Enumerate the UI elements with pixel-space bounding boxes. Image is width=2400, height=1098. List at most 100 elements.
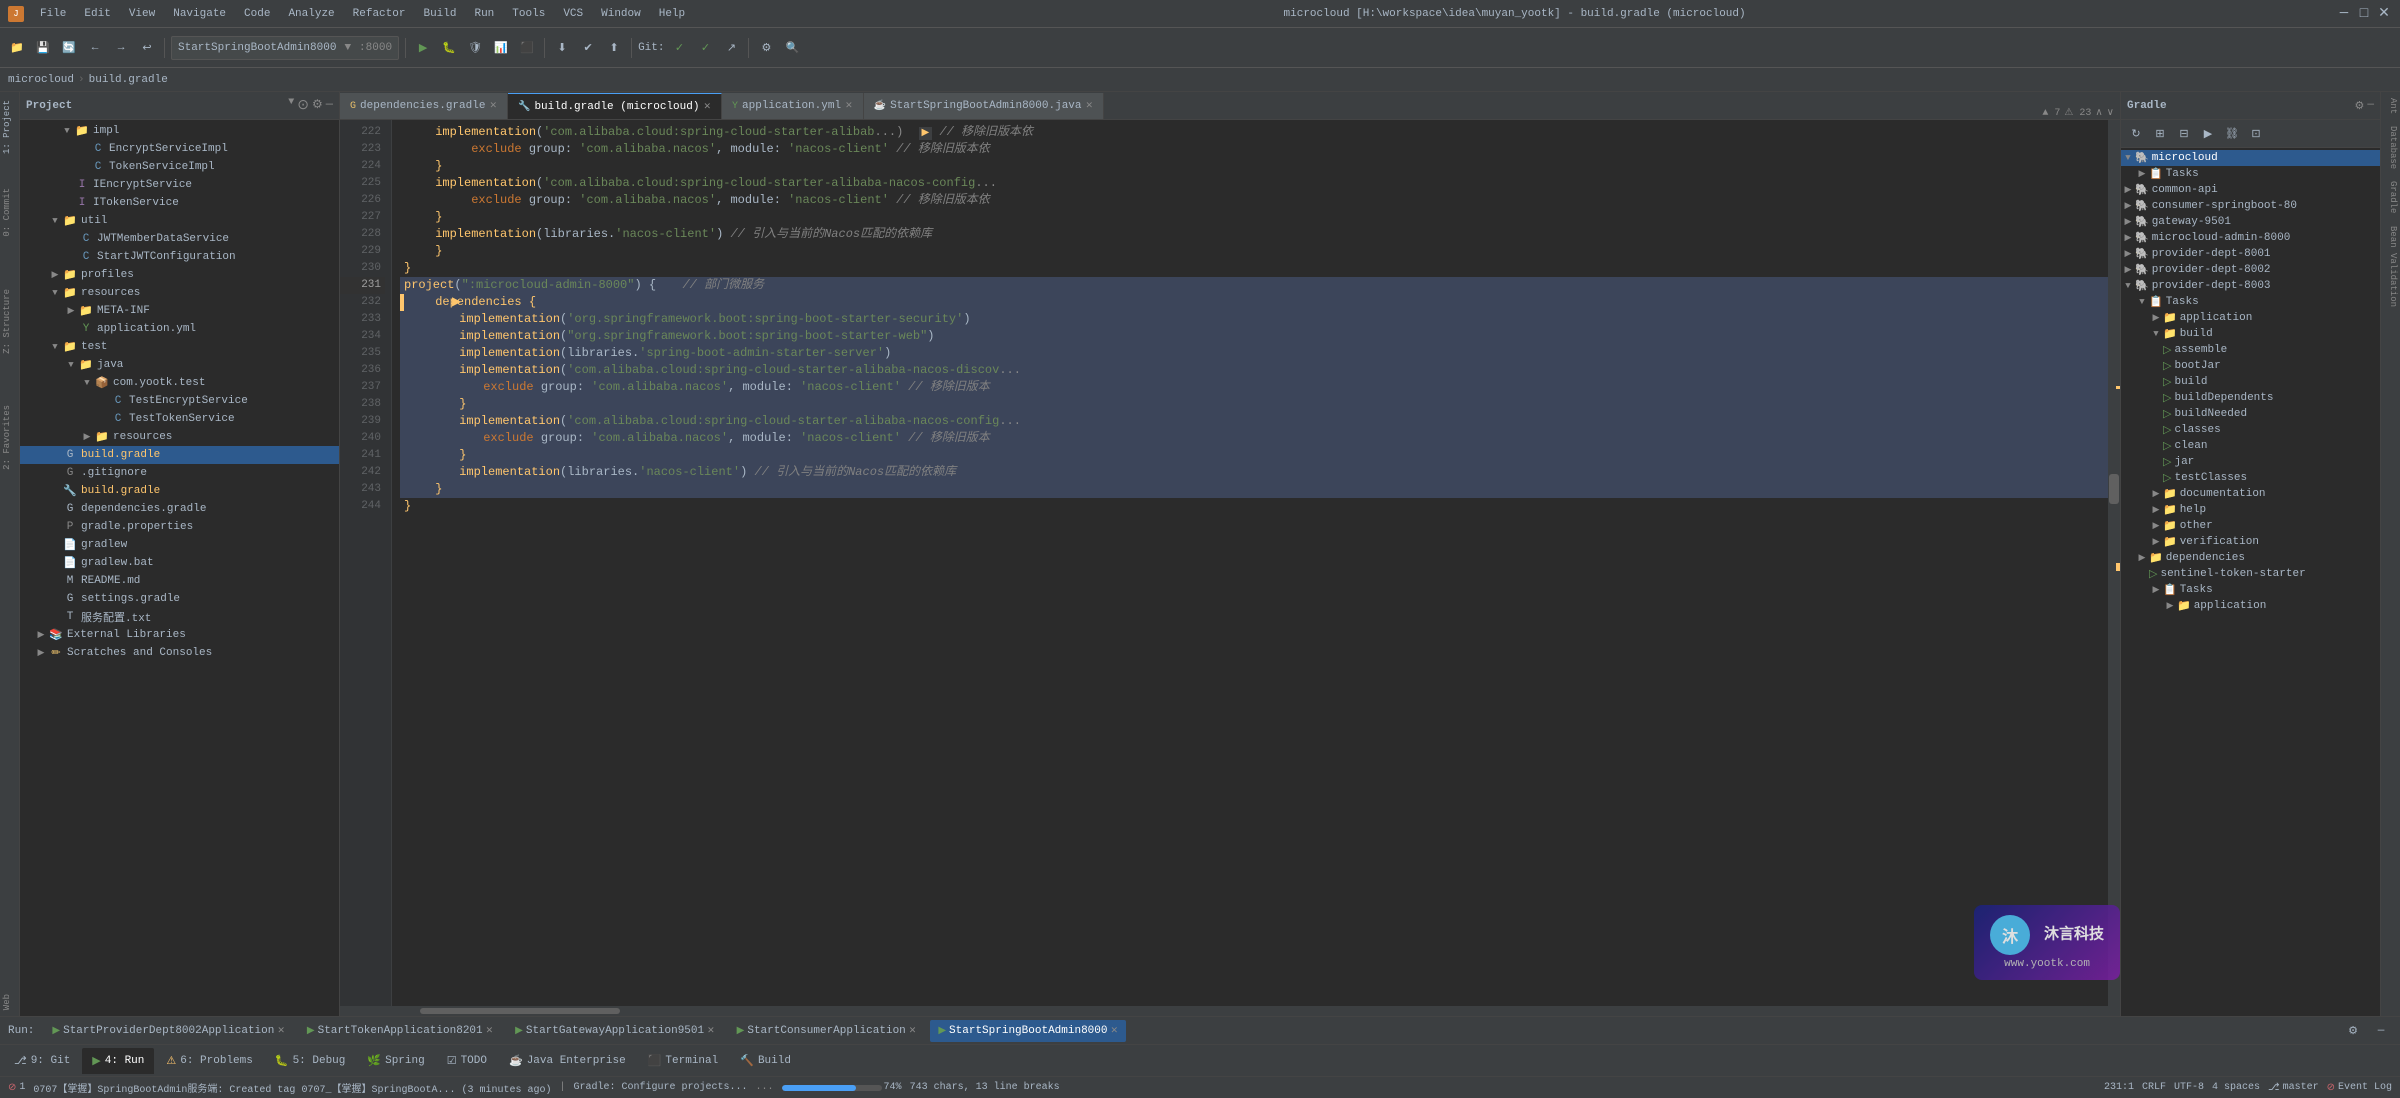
gradle-tree-item-testclasses[interactable]: ▷ testClasses xyxy=(2121,470,2380,486)
menu-analyze[interactable]: Analyze xyxy=(280,6,342,22)
panel-settings-icon[interactable]: ▼ xyxy=(288,97,294,114)
gradle-tree-item-help[interactable]: ▶ 📁 help xyxy=(2121,502,2380,518)
strip-project[interactable]: 1: Project xyxy=(0,92,19,162)
tree-item-readme[interactable]: M README.md xyxy=(20,572,339,590)
panel-gear-icon[interactable]: ⚙ xyxy=(312,97,323,114)
tree-item-java-test[interactable]: ▼ 📁 java xyxy=(20,356,339,374)
tree-item-jwtmemberdataservice[interactable]: C JWTMemberDataService xyxy=(20,230,339,248)
gradle-settings-icon[interactable]: ⚙ xyxy=(2355,99,2365,113)
run-minimize-icon[interactable]: — xyxy=(2370,1020,2392,1042)
gradle-tree-item-consumer[interactable]: ▶ 🐘 consumer-springboot-80 xyxy=(2121,198,2380,214)
search-button[interactable]: 🔍 xyxy=(781,37,803,59)
git-action-button[interactable]: ✓ xyxy=(694,37,716,59)
tree-item-external-libraries[interactable]: ▶ 📚 External Libraries xyxy=(20,626,339,644)
run-tab-token-8201[interactable]: ▶ StartTokenApplication8201 ✕ xyxy=(299,1020,501,1042)
run-button[interactable]: ▶ xyxy=(412,37,434,59)
scroll-thumb[interactable] xyxy=(2109,474,2119,504)
maximize-button[interactable]: □ xyxy=(2356,6,2372,22)
git-update-button[interactable]: ⬇ xyxy=(551,37,573,59)
tree-item-impl[interactable]: ▼ 📁 impl xyxy=(20,122,339,140)
gradle-collapse-button[interactable]: ⊟ xyxy=(2173,123,2195,145)
menu-tools[interactable]: Tools xyxy=(504,6,553,22)
bottom-tab-build[interactable]: 🔨 Build xyxy=(730,1048,801,1074)
panel-close-icon[interactable]: — xyxy=(326,97,333,114)
strip-gradle-side[interactable]: Gradle xyxy=(2381,175,2400,219)
git-check-button[interactable]: ✓ xyxy=(668,37,690,59)
run-tab-close[interactable]: ✕ xyxy=(707,1026,715,1036)
gradle-tree-item-provider-tasks[interactable]: ▼ 📋 Tasks xyxy=(2121,294,2380,310)
tree-item-profiles[interactable]: ▶ 📁 profiles xyxy=(20,266,339,284)
strip-bean-validation[interactable]: Bean Validation xyxy=(2381,220,2400,313)
breadcrumb-microcloud[interactable]: microcloud xyxy=(8,74,74,86)
tree-item-dependencies-gradle[interactable]: G dependencies.gradle xyxy=(20,500,339,518)
gradle-tree-item-sentinel[interactable]: ▷ sentinel-token-starter xyxy=(2121,566,2380,582)
debug-button[interactable]: 🐛 xyxy=(438,37,460,59)
tree-item-application-yml[interactable]: Y application.yml xyxy=(20,320,339,338)
gradle-tree-item-classes[interactable]: ▷ classes xyxy=(2121,422,2380,438)
gradle-tree-item-application[interactable]: ▶ 📁 application xyxy=(2121,310,2380,326)
breadcrumb-file[interactable]: build.gradle xyxy=(89,74,168,86)
tab-dependencies-gradle[interactable]: G dependencies.gradle ✕ xyxy=(340,93,508,119)
gradle-tree-item-builddependents[interactable]: ▷ buildDependents xyxy=(2121,390,2380,406)
status-branch[interactable]: ⎇ master xyxy=(2268,1082,2319,1094)
git-merge-button[interactable]: ↗ xyxy=(720,37,742,59)
close-button[interactable]: ✕ xyxy=(2376,6,2392,22)
strip-commit[interactable]: 0: Commit xyxy=(0,182,19,243)
horizontal-scroll-thumb[interactable] xyxy=(420,1008,620,1014)
tree-item-testencryptservice[interactable]: C TestEncryptService xyxy=(20,392,339,410)
bottom-tab-spring[interactable]: 🌿 Spring xyxy=(357,1048,434,1074)
tab-close-button[interactable]: ✕ xyxy=(489,101,497,111)
tab-build-gradle[interactable]: 🔧 build.gradle (microcloud) ✕ xyxy=(508,93,722,119)
strip-web[interactable]: Web xyxy=(0,988,19,1016)
menu-vcs[interactable]: VCS xyxy=(555,6,591,22)
tree-item-test[interactable]: ▼ 📁 test xyxy=(20,338,339,356)
gradle-tree-item-build-folder[interactable]: ▼ 📁 build xyxy=(2121,326,2380,342)
gradle-tree-item-tasks-sub[interactable]: ▶ 📋 Tasks xyxy=(2121,582,2380,598)
tree-item-service-config[interactable]: T 服务配置.txt xyxy=(20,608,339,626)
profile-button[interactable]: 📊 xyxy=(490,37,512,59)
gradle-tree-item-provider-8001[interactable]: ▶ 🐘 provider-dept-8001 xyxy=(2121,246,2380,262)
settings-button[interactable]: ⚙ xyxy=(755,37,777,59)
run-tab-gateway-9501[interactable]: ▶ StartGatewayApplication9501 ✕ xyxy=(507,1020,722,1042)
status-position[interactable]: 231:1 xyxy=(2104,1082,2134,1093)
run-config-dropdown[interactable]: StartSpringBootAdmin8000 ▼ :8000 xyxy=(171,36,399,60)
run-settings-icon[interactable]: ⚙ xyxy=(2342,1020,2364,1042)
status-indent[interactable]: 4 spaces xyxy=(2212,1082,2260,1093)
status-encoding[interactable]: UTF-8 xyxy=(2174,1082,2204,1093)
bottom-tab-java-enterprise[interactable]: ☕ Java Enterprise xyxy=(499,1048,636,1074)
gradle-tree-item-application-sub[interactable]: ▶ 📁 application xyxy=(2121,598,2380,614)
gradle-tree-item-assemble[interactable]: ▷ assemble xyxy=(2121,342,2380,358)
gradle-refresh-button[interactable]: ↻ xyxy=(2125,123,2147,145)
status-event-log[interactable]: ⊘ Event Log xyxy=(2327,1082,2392,1094)
bottom-tab-problems[interactable]: ⚠ 6: Problems xyxy=(156,1048,263,1074)
tree-item-gradlew[interactable]: 📄 gradlew xyxy=(20,536,339,554)
nav-down-button[interactable]: ∨ xyxy=(2107,107,2114,119)
tree-item-gradlew-bat[interactable]: 📄 gradlew.bat xyxy=(20,554,339,572)
gradle-filter-button[interactable]: ⊡ xyxy=(2245,123,2267,145)
run-tab-close[interactable]: ✕ xyxy=(486,1026,494,1036)
gradle-tree-item-build-task[interactable]: ▷ build xyxy=(2121,374,2380,390)
gradle-tree-item-tasks[interactable]: ▶ 📋 Tasks xyxy=(2121,166,2380,182)
status-error[interactable]: ⊘ 1 xyxy=(8,1082,25,1094)
tab-close-java-button[interactable]: ✕ xyxy=(1086,101,1094,111)
strip-structure[interactable]: Z: Structure xyxy=(0,283,19,360)
tree-item-startjwtconfiguration[interactable]: C StartJWTConfiguration xyxy=(20,248,339,266)
gradle-tree-item-provider-8003[interactable]: ▼ 🐘 provider-dept-8003 xyxy=(2121,278,2380,294)
code-content[interactable]: implementation('com.alibaba.cloud:spring… xyxy=(392,120,2108,1006)
sync-button[interactable]: 🔄 xyxy=(58,37,80,59)
gradle-tree-item-documentation[interactable]: ▶ 📁 documentation xyxy=(2121,486,2380,502)
tree-item-resources[interactable]: ▼ 📁 resources xyxy=(20,284,339,302)
status-line-sep[interactable]: CRLF xyxy=(2142,1082,2166,1093)
editor-scrollbar[interactable] xyxy=(2108,120,2120,1006)
menu-file[interactable]: File xyxy=(32,6,74,22)
tab-close-active-button[interactable]: ✕ xyxy=(703,102,711,112)
strip-favorites[interactable]: 2: Favorites xyxy=(0,399,19,476)
tree-item-build-gradle-2[interactable]: 🔧 build.gradle xyxy=(20,482,339,500)
gradle-tree-item-other[interactable]: ▶ 📁 other xyxy=(2121,518,2380,534)
tree-item-encryptserviceimpl[interactable]: C EncryptServiceImpl xyxy=(20,140,339,158)
minimize-button[interactable]: ─ xyxy=(2336,6,2352,22)
tree-item-gitignore[interactable]: G .gitignore xyxy=(20,464,339,482)
open-file-button[interactable]: 📁 xyxy=(6,37,28,59)
gradle-tree-item-dependencies[interactable]: ▶ 📁 dependencies xyxy=(2121,550,2380,566)
horizontal-scrollbar[interactable] xyxy=(340,1006,2120,1016)
